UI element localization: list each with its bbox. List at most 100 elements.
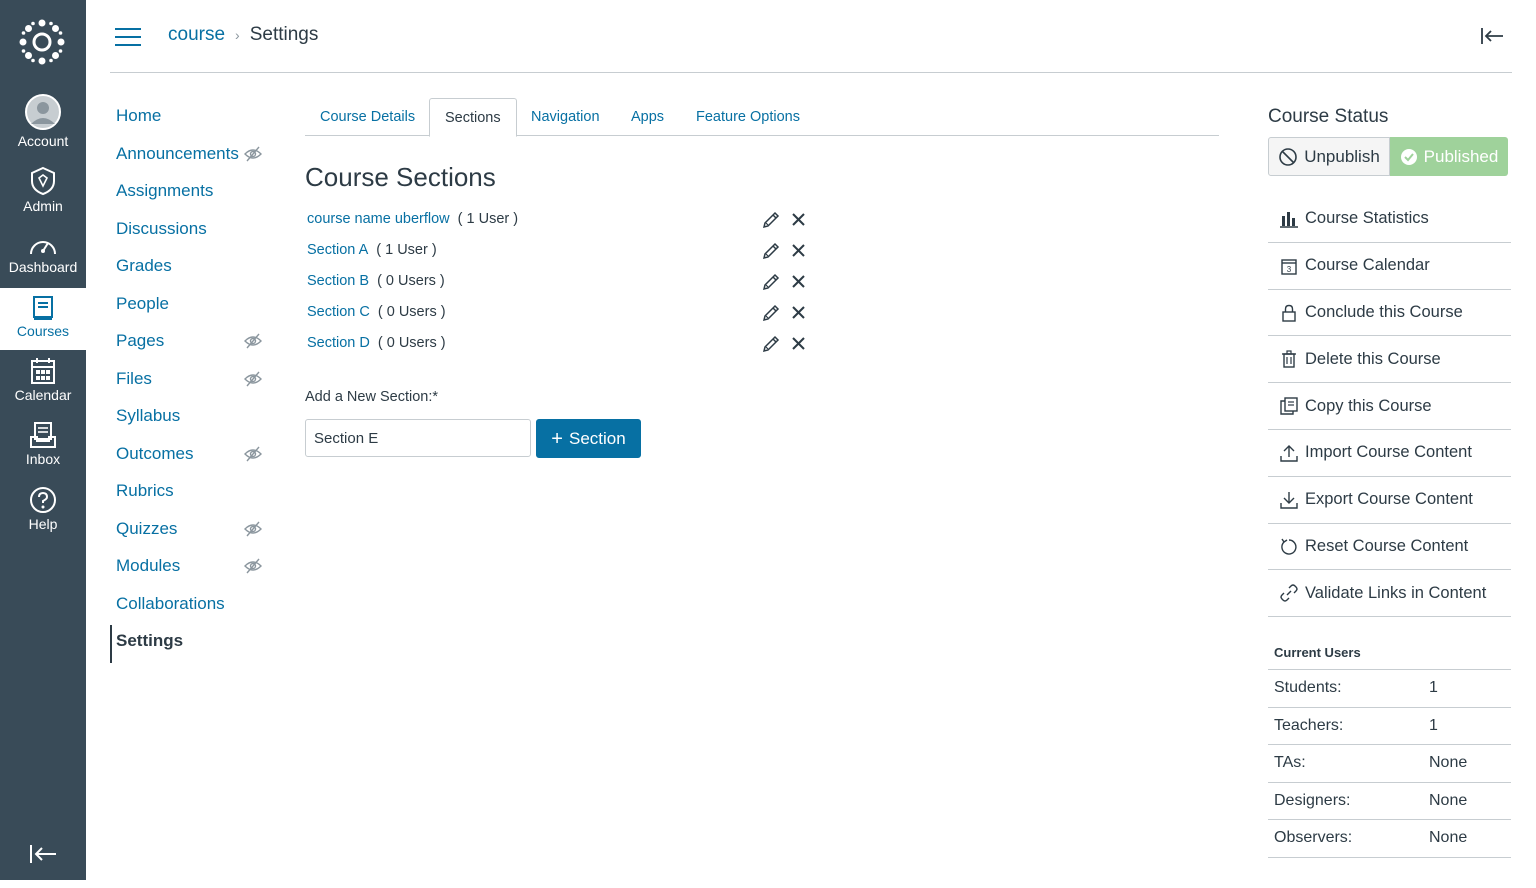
close-icon[interactable]	[792, 213, 805, 226]
global-nav-admin[interactable]: Admin	[0, 166, 86, 222]
course-nav-link[interactable]: Discussions	[116, 219, 207, 238]
section-link[interactable]: Section A	[307, 242, 368, 258]
table-row: Teachers: 1	[1268, 708, 1511, 746]
tab-navigation[interactable]: Navigation	[516, 98, 615, 134]
course-calendar-link[interactable]: 3 Course Calendar	[1268, 243, 1511, 290]
close-icon[interactable]	[792, 337, 805, 350]
course-statistics-link[interactable]: Course Statistics	[1268, 196, 1511, 243]
course-nav-home[interactable]: Home	[110, 100, 270, 138]
copy-course-link[interactable]: Copy this Course	[1268, 383, 1511, 430]
check-circle-icon	[1400, 148, 1417, 165]
course-nav-link[interactable]: Pages	[116, 331, 164, 350]
pencil-icon[interactable]	[762, 242, 780, 260]
section-link[interactable]: course name uberflow	[307, 211, 450, 227]
course-nav-assignments[interactable]: Assignments	[110, 175, 270, 213]
course-nav-quizzes[interactable]: Quizzes	[110, 513, 270, 551]
header-divider	[110, 72, 1512, 73]
section-link[interactable]: Section B	[307, 273, 369, 289]
page-title: Course Sections	[305, 162, 496, 192]
collapse-nav-icon[interactable]	[28, 843, 58, 865]
global-nav-inbox[interactable]: Inbox	[0, 421, 86, 473]
course-nav-grades[interactable]: Grades	[110, 250, 270, 288]
import-content-link[interactable]: Import Course Content	[1268, 430, 1511, 477]
list-item: Section B ( 0 Users )	[307, 269, 817, 300]
courses-icon	[33, 296, 53, 320]
course-nav-settings[interactable]: Settings	[110, 625, 270, 663]
export-content-link[interactable]: Export Course Content	[1268, 477, 1511, 524]
course-nav-outcomes[interactable]: Outcomes	[110, 438, 270, 476]
lock-icon	[1282, 304, 1296, 322]
course-nav-link[interactable]: Settings	[116, 631, 183, 650]
conclude-course-link[interactable]: Conclude this Course	[1268, 290, 1511, 337]
course-nav-files[interactable]: Files	[110, 363, 270, 401]
course-nav-link[interactable]: Syllabus	[116, 406, 180, 425]
unpublish-button[interactable]: Unpublish	[1268, 137, 1390, 176]
course-nav-pages[interactable]: Pages	[110, 325, 270, 363]
inbox-icon	[30, 422, 56, 448]
close-icon[interactable]	[792, 244, 805, 257]
section-link[interactable]: Section D	[307, 335, 370, 351]
course-nav: Home Announcements Assignments Discussio…	[110, 100, 270, 663]
delete-course-link[interactable]: Delete this Course	[1268, 336, 1511, 384]
validate-links-link[interactable]: Validate Links in Content	[1268, 570, 1511, 618]
pencil-icon[interactable]	[762, 304, 780, 322]
pencil-icon[interactable]	[762, 335, 780, 353]
course-nav-link[interactable]: Collaborations	[116, 594, 225, 613]
pencil-icon[interactable]	[762, 273, 780, 291]
published-button[interactable]: Published	[1390, 137, 1508, 176]
tab-sections[interactable]: Sections	[429, 98, 517, 137]
global-nav-dashboard[interactable]: Dashboard	[0, 235, 86, 287]
course-action-label: Copy this Course	[1305, 396, 1432, 415]
close-icon[interactable]	[792, 306, 805, 319]
course-nav-link[interactable]: Home	[116, 106, 161, 125]
course-nav-rubrics[interactable]: Rubrics	[110, 475, 270, 513]
global-nav-help[interactable]: Help	[0, 486, 86, 538]
tab-course-details[interactable]: Course Details	[305, 98, 430, 134]
course-nav-link[interactable]: Announcements	[116, 144, 239, 163]
course-nav-people[interactable]: People	[110, 288, 270, 326]
new-section-input[interactable]	[305, 419, 531, 457]
global-nav-courses[interactable]: Courses	[0, 288, 86, 350]
reset-content-link[interactable]: Reset Course Content	[1268, 524, 1511, 571]
course-nav-link[interactable]: Quizzes	[116, 519, 177, 538]
canvas-logo-icon[interactable]	[19, 19, 65, 65]
course-nav-link[interactable]: People	[116, 294, 169, 313]
course-nav-link[interactable]: Grades	[116, 256, 172, 275]
course-nav-link[interactable]: Rubrics	[116, 481, 174, 500]
course-action-label: Validate Links in Content	[1305, 583, 1487, 602]
breadcrumb-course-link[interactable]: course	[168, 24, 225, 46]
section-user-count: ( 0 Users )	[377, 304, 446, 320]
course-nav-link[interactable]: Modules	[116, 556, 180, 575]
hamburger-menu-icon[interactable]	[115, 27, 141, 47]
course-nav-discussions[interactable]: Discussions	[110, 213, 270, 251]
course-nav-collaborations[interactable]: Collaborations	[110, 588, 270, 626]
settings-tabs: Course Details Sections Navigation Apps …	[305, 98, 1219, 137]
course-nav-link[interactable]: Files	[116, 369, 152, 388]
course-nav-link[interactable]: Assignments	[116, 181, 213, 200]
global-nav-calendar[interactable]: Calendar	[0, 357, 86, 409]
table-row: Students: 1	[1268, 670, 1511, 708]
table-row: TAs: None	[1268, 745, 1511, 783]
current-users-title: Current Users	[1274, 645, 1361, 660]
section-link[interactable]: Section C	[307, 304, 370, 320]
download-icon	[1280, 491, 1298, 509]
tab-feature-options[interactable]: Feature Options	[681, 98, 815, 134]
user-role: TAs:	[1274, 754, 1306, 772]
tab-apps[interactable]: Apps	[616, 98, 679, 134]
global-nav-account[interactable]: Account	[0, 93, 86, 155]
pencil-icon[interactable]	[762, 211, 780, 229]
current-users-table: Students: 1 Teachers: 1 TAs: None Designers…	[1268, 669, 1511, 858]
course-action-label: Conclude this Course	[1305, 302, 1463, 321]
hidden-eye-icon	[244, 558, 262, 574]
global-nav-label: Account	[17, 133, 69, 149]
dashboard-icon	[30, 241, 56, 255]
course-nav-announcements[interactable]: Announcements	[110, 138, 270, 176]
course-nav-link[interactable]: Outcomes	[116, 444, 193, 463]
collapse-sidebar-icon[interactable]	[1480, 26, 1504, 46]
course-action-label: Course Calendar	[1305, 256, 1430, 275]
admin-icon	[31, 166, 55, 196]
course-nav-modules[interactable]: Modules	[110, 550, 270, 588]
course-nav-syllabus[interactable]: Syllabus	[110, 400, 270, 438]
add-section-button[interactable]: + Section	[536, 419, 641, 458]
close-icon[interactable]	[792, 275, 805, 288]
